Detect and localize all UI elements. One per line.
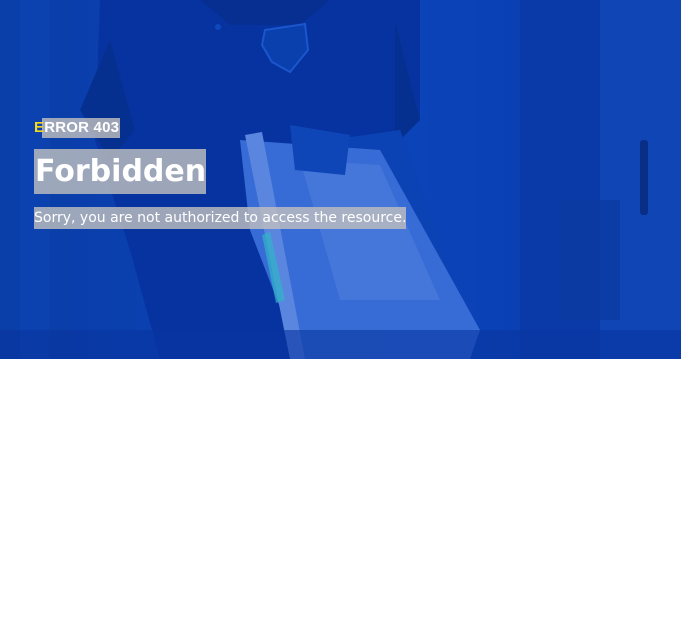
error-content: ERROR 403 Forbidden Sorry, you are not a… <box>34 118 681 229</box>
hero-banner: ERROR 403 Forbidden Sorry, you are not a… <box>0 0 681 359</box>
error-code-first-letter: E <box>34 119 45 136</box>
error-message: Sorry, you are not authorized to access … <box>34 207 407 229</box>
error-code-rest: RROR 403 <box>44 119 120 136</box>
error-code-label: ERROR 403 <box>34 118 121 138</box>
error-code: ERROR 403 <box>34 118 681 138</box>
page-title: Forbidden <box>34 149 207 194</box>
